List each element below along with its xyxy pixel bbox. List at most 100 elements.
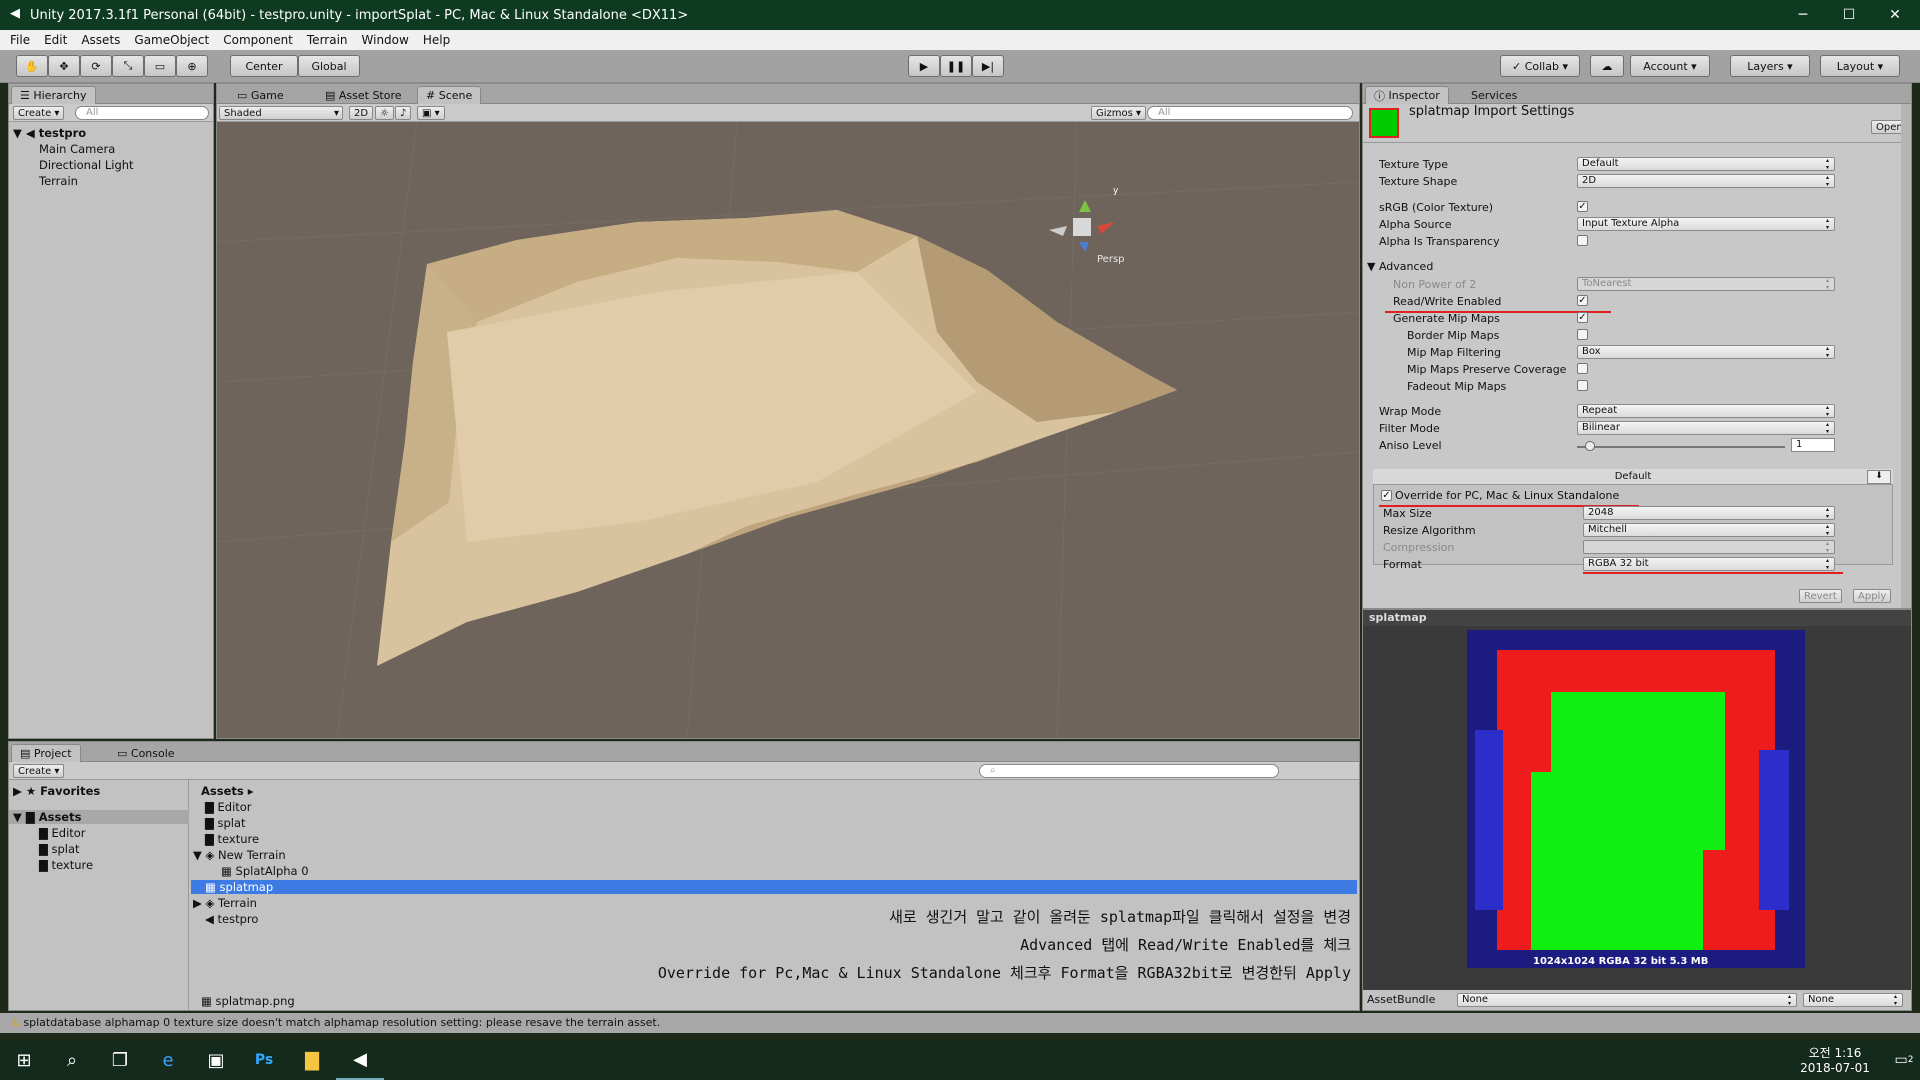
apply-button[interactable]: Apply	[1853, 589, 1892, 603]
maximize-button[interactable]: ☐	[1826, 0, 1872, 30]
tab-services[interactable]: Services	[1463, 86, 1525, 104]
search-icon[interactable]: ⌕	[48, 1040, 96, 1080]
menu-file[interactable]: File	[10, 33, 30, 47]
step-button[interactable]: ▶|	[972, 55, 1004, 77]
read-write-checkbox[interactable]: ✓	[1577, 295, 1588, 306]
inspector-scrollbar[interactable]	[1901, 104, 1911, 608]
gizmos-dropdown[interactable]: Gizmos ▾	[1091, 106, 1147, 120]
list-item-terrain-prefab[interactable]: ▶ ◈ Terrain	[193, 896, 257, 910]
texture-type-dropdown[interactable]: Default	[1577, 157, 1835, 171]
unity-taskbar-icon[interactable]: ◀	[336, 1040, 384, 1080]
start-icon[interactable]: ⊞	[0, 1040, 48, 1080]
alpha-transparency-checkbox[interactable]	[1577, 235, 1588, 246]
notification-icon[interactable]: ▭ 2	[1880, 1040, 1920, 1080]
rect-tool-icon[interactable]: ▭	[144, 55, 176, 77]
menu-help[interactable]: Help	[423, 33, 450, 47]
play-button[interactable]: ▶	[908, 55, 940, 77]
transform-tool-icon[interactable]: ⊕	[176, 55, 208, 77]
assets-folder[interactable]: ▼ ▇ Assets	[9, 810, 189, 824]
collab-button[interactable]: ✓ Collab ▾	[1500, 55, 1580, 77]
assetbundle-variant-dropdown[interactable]: None	[1803, 993, 1903, 1007]
favorites-folder[interactable]: ▶ ★ Favorites	[13, 784, 100, 798]
generate-mip-checkbox[interactable]: ✓	[1577, 312, 1588, 323]
hierarchy-create-button[interactable]: Create ▾	[13, 106, 65, 120]
rotate-tool-icon[interactable]: ⟳	[80, 55, 112, 77]
format-dropdown[interactable]: RGBA 32 bit	[1583, 557, 1835, 571]
effects-dropdown-icon[interactable]: ▣ ▾	[417, 106, 445, 120]
resize-algorithm-dropdown[interactable]: Mitchell	[1583, 523, 1835, 537]
tab-scene[interactable]: # Scene	[417, 86, 482, 104]
layout-dropdown[interactable]: Layout ▾	[1820, 55, 1900, 77]
pivot-global-button[interactable]: Global	[298, 55, 360, 77]
hierarchy-search-input[interactable]: All	[75, 106, 209, 120]
hierarchy-item-terrain[interactable]: Terrain	[39, 174, 78, 188]
list-item-splat[interactable]: ▇ splat	[205, 816, 246, 830]
list-item-editor[interactable]: ▇ Editor	[205, 800, 252, 814]
pivot-center-button[interactable]: Center	[230, 55, 298, 77]
move-tool-icon[interactable]: ✥	[48, 55, 80, 77]
hand-tool-icon[interactable]: ✋	[16, 55, 48, 77]
aniso-value-field[interactable]: 1	[1791, 438, 1835, 452]
project-breadcrumb[interactable]: Assets ▸	[201, 784, 254, 798]
tree-item-splat[interactable]: ▇ splat	[39, 842, 80, 856]
tab-game[interactable]: ▭ Game	[229, 86, 292, 104]
hierarchy-item-main-camera[interactable]: Main Camera	[39, 142, 115, 156]
menu-window[interactable]: Window	[362, 33, 409, 47]
status-bar[interactable]: ⚠ splatdatabase alphamap 0 texture size …	[0, 1013, 1920, 1033]
fadeout-mip-checkbox[interactable]	[1577, 380, 1588, 391]
tab-inspector[interactable]: ⓘ Inspector	[1365, 86, 1449, 104]
tree-item-editor[interactable]: ▇ Editor	[39, 826, 86, 840]
tab-console[interactable]: ▭ Console	[109, 744, 183, 762]
photoshop-icon[interactable]: Ps	[240, 1040, 288, 1080]
lighting-toggle-icon[interactable]: ☼	[375, 106, 394, 120]
clock[interactable]: 오전 1:16 2018-07-01	[1790, 1044, 1880, 1075]
menu-terrain[interactable]: Terrain	[307, 33, 348, 47]
srgb-checkbox[interactable]: ✓	[1577, 201, 1588, 212]
max-size-dropdown[interactable]: 2048	[1583, 506, 1835, 520]
menu-assets[interactable]: Assets	[81, 33, 120, 47]
filter-mode-dropdown[interactable]: Bilinear	[1577, 421, 1835, 435]
tab-asset-store[interactable]: ▤ Asset Store	[317, 86, 410, 104]
audio-toggle-icon[interactable]: ♪	[395, 106, 412, 120]
download-platform-icon[interactable]: ⬇	[1867, 470, 1891, 484]
mip-preserve-checkbox[interactable]	[1577, 363, 1588, 374]
scene-viewport[interactable]	[217, 122, 1359, 738]
border-mip-checkbox[interactable]	[1577, 329, 1588, 340]
2d-toggle[interactable]: 2D	[349, 106, 374, 120]
assetbundle-dropdown[interactable]: None	[1457, 993, 1797, 1007]
platform-default-tab[interactable]: Default	[1373, 469, 1893, 485]
texture-shape-dropdown[interactable]: 2D	[1577, 174, 1835, 188]
account-dropdown[interactable]: Account ▾	[1630, 55, 1710, 77]
project-search-input[interactable]: ⌕	[979, 764, 1279, 778]
tab-hierarchy[interactable]: ☰ Hierarchy	[11, 86, 96, 104]
cloud-icon[interactable]: ☁	[1590, 55, 1624, 77]
project-create-button[interactable]: Create ▾	[13, 764, 65, 778]
menu-edit[interactable]: Edit	[44, 33, 67, 47]
revert-button[interactable]: Revert	[1799, 589, 1842, 603]
menu-component[interactable]: Component	[223, 33, 293, 47]
hierarchy-item-directional-light[interactable]: Directional Light	[39, 158, 134, 172]
scale-tool-icon[interactable]: ⤡	[112, 55, 144, 77]
minimize-button[interactable]: ─	[1780, 0, 1826, 30]
close-button[interactable]: ✕	[1872, 0, 1918, 30]
scene-search-input[interactable]: All	[1147, 106, 1353, 120]
override-checkbox[interactable]: ✓	[1381, 490, 1392, 501]
app-icon[interactable]: ▣	[192, 1040, 240, 1080]
list-item-testpro[interactable]: ◀ testpro	[205, 912, 258, 926]
edge-icon[interactable]: e	[144, 1040, 192, 1080]
mip-filter-dropdown[interactable]: Box	[1577, 345, 1835, 359]
list-item-splatmap[interactable]: ▦ splatmap	[191, 880, 1357, 894]
tab-project[interactable]: ▤ Project	[11, 744, 81, 762]
list-item-splatalpha[interactable]: ▦ SplatAlpha 0	[221, 864, 309, 878]
tree-item-texture[interactable]: ▇ texture	[39, 858, 93, 872]
task-view-icon[interactable]: ❐	[96, 1040, 144, 1080]
list-item-texture[interactable]: ▇ texture	[205, 832, 259, 846]
scene-root[interactable]: ▼ ◀ testpro	[13, 126, 86, 140]
persp-label[interactable]: Persp	[1097, 254, 1125, 265]
pause-button[interactable]: ❚❚	[940, 55, 972, 77]
menu-gameobject[interactable]: GameObject	[134, 33, 209, 47]
wrap-mode-dropdown[interactable]: Repeat	[1577, 404, 1835, 418]
shading-mode-dropdown[interactable]: Shaded ▾	[219, 106, 343, 120]
alpha-source-dropdown[interactable]: Input Texture Alpha	[1577, 217, 1835, 231]
advanced-foldout[interactable]: ▼ Advanced	[1367, 260, 1433, 273]
